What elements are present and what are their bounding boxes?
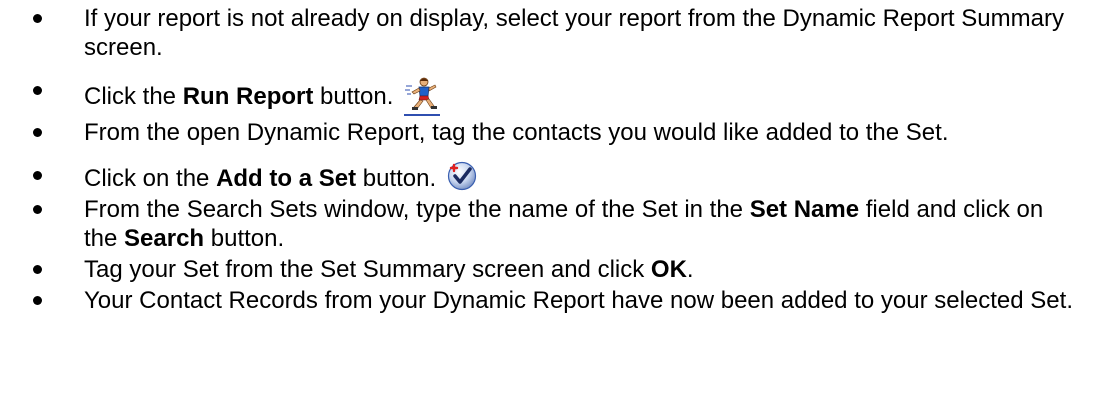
bullet-icon	[33, 128, 42, 137]
step-text: From the open Dynamic Report, tag the co…	[84, 119, 949, 146]
step-text: button.	[356, 165, 437, 192]
step-tag-contacts: From the open Dynamic Report, tag the co…	[0, 118, 1098, 147]
bullet-icon	[33, 205, 42, 214]
step-text: button.	[204, 225, 285, 252]
step-text: Tag your Set from the Set Summary screen…	[84, 256, 651, 283]
checkmark-add-icon[interactable]	[447, 161, 477, 191]
step-text: button.	[313, 83, 394, 110]
step-text: .	[686, 256, 694, 283]
set-name-label: Set Name	[749, 196, 860, 223]
step-tag-set: Tag your Set from the Set Summary screen…	[0, 255, 1098, 284]
step-records-added: Your Contact Records from your Dynamic R…	[0, 286, 1098, 315]
step-add-to-set: Click on the Add to a Set button.	[0, 161, 1098, 193]
bullet-icon	[33, 296, 42, 305]
running-man-icon[interactable]	[404, 76, 441, 116]
bullet-icon	[33, 14, 42, 23]
bullet-icon	[33, 171, 42, 180]
step-text: Click on the	[84, 165, 217, 192]
step-run-report: Click the Run Report button.	[0, 76, 1098, 116]
step-search-sets: From the Search Sets window, type the na…	[0, 195, 1098, 253]
step-text: Click the	[84, 83, 183, 110]
instruction-document: If your report is not already on display…	[0, 0, 1098, 315]
step-text: If your report is not already on display…	[84, 5, 1064, 61]
bullet-icon	[33, 265, 42, 274]
ok-label: OK	[650, 256, 687, 283]
bullet-icon	[33, 86, 42, 95]
step-select-report: If your report is not already on display…	[0, 4, 1098, 62]
step-text: From the Search Sets window, type the na…	[84, 196, 750, 223]
search-label: Search	[124, 225, 205, 252]
steps-list: If your report is not already on display…	[0, 4, 1098, 315]
step-text: Your Contact Records from your Dynamic R…	[84, 287, 1073, 314]
run-report-label: Run Report	[182, 83, 314, 110]
add-to-set-label: Add to a Set	[216, 165, 357, 192]
